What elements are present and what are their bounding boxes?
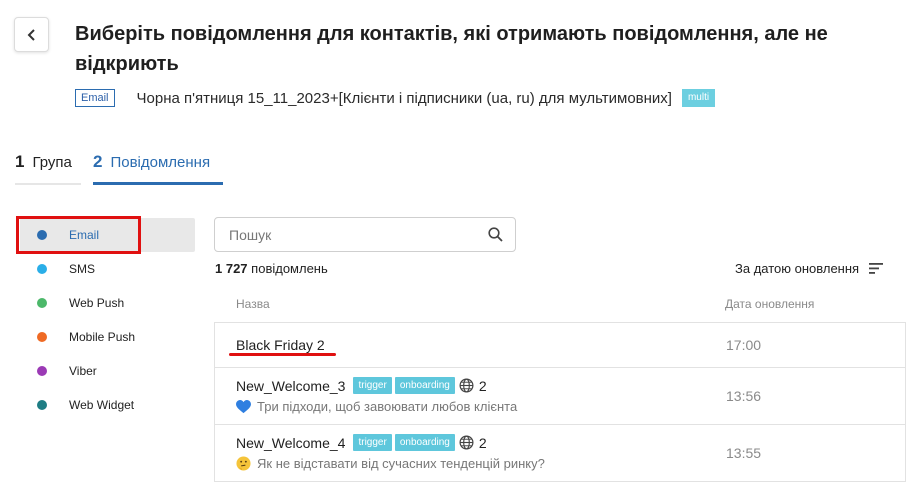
channel-item-sms[interactable]: SMS [20, 252, 195, 286]
language-count: 2 [478, 434, 487, 451]
channel-label: Mobile Push [69, 330, 136, 344]
sort-label: За датою оновлення [735, 261, 860, 276]
language-count: 2 [478, 377, 487, 394]
column-header-name[interactable]: Назва [236, 297, 270, 311]
underline-annotation [229, 353, 336, 356]
multi-tag: multi [681, 89, 716, 107]
channel-label: SMS [69, 262, 96, 276]
message-time: 13:56 [726, 388, 762, 404]
blue-heart-icon [236, 399, 251, 414]
channel-dot-icon [37, 264, 47, 274]
thinking-face-icon [236, 456, 251, 471]
table-row[interactable]: New_Welcome_4 trigger onboarding 2 Як не… [215, 425, 905, 482]
highlight-annotation [16, 216, 141, 254]
table-row[interactable]: New_Welcome_3 trigger onboarding 2 Три п… [215, 368, 905, 425]
trigger-tag: trigger [353, 434, 392, 451]
channel-dot-icon [37, 400, 47, 410]
page-title: Виберіть повідомлення для контактів, які… [75, 23, 828, 75]
message-time: 13:55 [726, 445, 762, 461]
sort-icon [869, 263, 884, 274]
channel-dot-icon [37, 332, 47, 342]
step-underline [15, 183, 81, 185]
channel-item-web-widget[interactable]: Web Widget [20, 388, 195, 422]
campaign-info: Email Чорна п'ятниця 15_11_2023+[Клієнти… [75, 89, 716, 107]
step-underline-active [93, 182, 223, 185]
column-header-date[interactable]: Дата оновлення [725, 297, 814, 311]
channel-tag: Email [75, 89, 115, 107]
message-time: 17:00 [726, 337, 762, 353]
table-row[interactable]: Black Friday 2 17:00 [215, 323, 905, 368]
search-icon[interactable] [488, 227, 503, 242]
campaign-name: Чорна п'ятниця 15_11_2023+[Клієнти і під… [136, 89, 672, 107]
channel-label: Viber [69, 364, 97, 378]
channel-dot-icon [37, 298, 47, 308]
channel-dot-icon [37, 366, 47, 376]
message-description: Три підходи, щоб завоювати любов клієнта [257, 399, 518, 414]
message-list: Black Friday 2 17:00 New_Welcome_3 trigg… [214, 322, 906, 482]
step-label: Група [32, 154, 72, 171]
tab-step-group[interactable]: 1 Група [15, 152, 72, 172]
message-count: 1 727 повідомлень [215, 261, 328, 276]
trigger-tag: trigger [353, 377, 392, 394]
globe-icon [459, 435, 474, 450]
tab-step-messages[interactable]: 2 Повідомлення [93, 152, 210, 172]
channel-label: Web Widget [69, 398, 135, 412]
search-input[interactable] [229, 226, 488, 243]
message-name: New_Welcome_4 [236, 434, 346, 451]
chevron-left-icon [27, 28, 35, 41]
channel-item-viber[interactable]: Viber [20, 354, 195, 388]
languages: 2 [459, 378, 487, 394]
globe-icon [459, 378, 474, 393]
count-value: 1 727 [215, 261, 248, 276]
message-name: Black Friday 2 [236, 337, 325, 353]
count-label: повідомлень [251, 261, 328, 276]
step-number: 2 [93, 152, 103, 171]
message-description: Як не відставати від сучасних тенденцій … [257, 456, 545, 471]
sort-button[interactable]: За датою оновлення [735, 261, 884, 276]
onboarding-tag: onboarding [394, 434, 455, 451]
search-box[interactable] [214, 217, 516, 252]
languages: 2 [459, 435, 487, 451]
channel-label: Web Push [69, 296, 125, 310]
back-button[interactable] [14, 17, 49, 52]
message-name: New_Welcome_3 [236, 377, 346, 394]
channel-item-web-push[interactable]: Web Push [20, 286, 195, 320]
onboarding-tag: onboarding [394, 377, 455, 394]
step-number: 1 [15, 152, 25, 171]
step-label: Повідомлення [110, 154, 211, 171]
channel-item-mobile-push[interactable]: Mobile Push [20, 320, 195, 354]
